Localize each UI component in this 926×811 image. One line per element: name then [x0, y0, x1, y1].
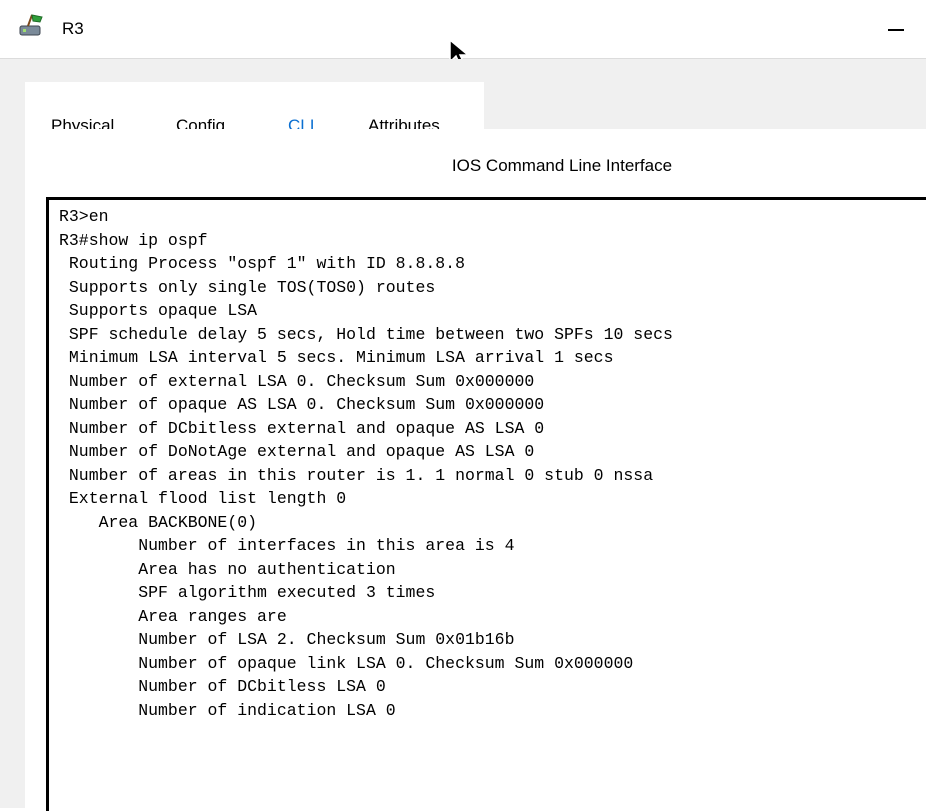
console-line: Supports opaque LSA — [59, 301, 258, 320]
title-bar: R3 — [0, 0, 926, 69]
console-line: Number of indication LSA 0 — [59, 700, 396, 720]
client-area: Physical Config CLI Attributes IOS Comma… — [0, 59, 926, 811]
console-line: Supports only single TOS(TOS0) routes — [59, 277, 436, 297]
minimize-button[interactable] — [876, 16, 916, 44]
console-line: SPF algorithm executed 3 times — [59, 583, 436, 602]
console-line: Minimum LSA interval 5 secs. Minimum LSA… — [59, 348, 614, 367]
console-line: Number of LSA 2. Checksum Sum 0x01b16b — [59, 630, 515, 649]
console-line: Number of DCbitless LSA 0 — [59, 677, 386, 696]
console-line: SPF schedule delay 5 secs, Hold time bet… — [59, 324, 673, 344]
console-line: Number of external LSA 0. Checksum Sum 0… — [59, 371, 535, 391]
console-line: Number of opaque link LSA 0. Checksum Su… — [59, 653, 634, 673]
minimize-icon — [888, 29, 904, 31]
console-line: Number of areas in this router is 1. 1 n… — [59, 465, 654, 485]
panel-title: IOS Command Line Interface — [451, 156, 673, 175]
console-line: Area ranges are — [59, 606, 287, 626]
console-line: Number of interfaces in this area is 4 — [59, 536, 515, 555]
console-line: Routing Process "ospf 1" with ID 8.8.8.8 — [59, 254, 465, 273]
console-line: Number of DoNotAge external and opaque A… — [59, 442, 535, 461]
window-title: R3 — [62, 19, 84, 38]
console-output[interactable]: R3>en R3#show ip ospf Routing Process "o… — [49, 200, 926, 722]
cli-console[interactable]: R3>en R3#show ip ospf Routing Process "o… — [46, 197, 926, 811]
console-line: R3>en — [59, 207, 109, 226]
console-line: Number of DCbitless external and opaque … — [59, 418, 545, 438]
console-line: R3#show ip ospf — [59, 230, 208, 250]
router-icon — [19, 14, 43, 36]
console-line: Number of opaque AS LSA 0. Checksum Sum … — [59, 395, 545, 414]
console-line: Area BACKBONE(0) — [59, 512, 258, 532]
console-line: Area has no authentication — [59, 559, 396, 579]
cli-panel: IOS Command Line Interface R3>en R3#show… — [25, 129, 926, 811]
console-line: External flood list length 0 — [59, 489, 347, 508]
